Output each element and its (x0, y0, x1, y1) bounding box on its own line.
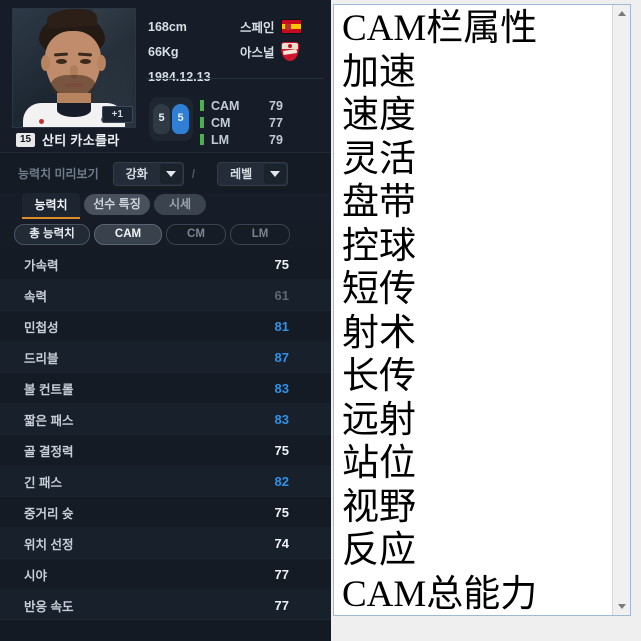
skill-moves-boot-icon: 5 (172, 104, 189, 134)
position-bar-icon (200, 117, 204, 128)
player-name: 산티 카소를라 (42, 133, 120, 148)
boost-dropdown[interactable]: 강화 (112, 161, 184, 186)
bio-row-weight: 66Kg 아스널 (148, 39, 323, 64)
player-birthdate: 1984.12.13 (148, 69, 211, 84)
player-header: +1 15 산티 카소를라 168cm 스페인 66Kg 아스널 1984.12… (0, 0, 331, 152)
weak-foot-boot-icon: 5 (153, 104, 170, 134)
attribute-value: 83 (274, 411, 289, 427)
attribute-row: 반응 속도 77 (0, 590, 331, 621)
chevron-down-icon[interactable] (264, 163, 287, 184)
pill-lm[interactable]: LM (230, 224, 290, 245)
attribute-label: 속력 (24, 289, 48, 304)
attribute-value: 74 (274, 535, 289, 551)
spain-flag-icon (280, 19, 302, 34)
attribute-value: 81 (274, 318, 289, 334)
attribute-row: 중거리 슛 75 (0, 497, 331, 528)
attribute-label: 짧은 패스 (24, 413, 74, 428)
header-divider (146, 78, 324, 79)
scroll-up-arrow-icon[interactable] (613, 5, 630, 22)
chevron-down-icon[interactable] (159, 163, 182, 184)
position-bar-icon (200, 100, 204, 111)
attribute-preview-bar: 능력치 미리보기 강화 / 레벨 (0, 152, 331, 194)
level-dropdown-value: 레벨 (230, 167, 253, 181)
arsenal-crest-icon (280, 42, 299, 61)
attribute-row: 속력 61 (0, 280, 331, 311)
foot-skill-icon: 5 5 (149, 97, 193, 141)
attribute-label: 반응 속도 (24, 599, 74, 614)
tab-price[interactable]: 시세 (154, 194, 206, 215)
attribute-label: 민첩성 (24, 320, 59, 335)
text-document-panel: CAM栏属性 加速 速度 灵活 盘带 控球 短传 射术 长传 远射 站位 视野 … (333, 4, 631, 616)
position-row: CAM 79 (200, 98, 283, 113)
upgrade-badge: +1 (101, 106, 133, 123)
tab-attributes[interactable]: 능력치 (22, 193, 80, 219)
preview-label: 능력치 미리보기 (18, 167, 99, 181)
attribute-row: 짧은 패스 83 (0, 404, 331, 435)
attribute-row: 위치 선정 74 (0, 528, 331, 559)
position-rating: 79 (269, 98, 283, 113)
attribute-label: 볼 컨트롤 (24, 382, 74, 397)
player-club-label: 아스널 (240, 46, 275, 60)
screen-root: +1 15 산티 카소를라 168cm 스페인 66Kg 아스널 1984.12… (0, 0, 641, 641)
attribute-value: 75 (274, 256, 289, 272)
position-rating: 77 (269, 115, 283, 130)
separator: / (191, 166, 196, 181)
pill-cm[interactable]: CM (166, 224, 226, 245)
pill-overall[interactable]: 총 능력치 (14, 224, 90, 245)
position-rating-list: CAM 79 CM 77 LM 79 (200, 98, 283, 149)
boost-dropdown-value: 강화 (125, 167, 148, 181)
attribute-list: 가속력 75 속력 61 민첩성 81 드리블 87 볼 컨트롤 83 짧은 패스 83 골 결정력 75… (0, 249, 331, 641)
position-row: CM 77 (200, 115, 283, 130)
attribute-value: 77 (274, 597, 289, 613)
attribute-value: 77 (274, 566, 289, 582)
bio-row-birthdate: 1984.12.13 (148, 64, 323, 89)
attribute-value: 83 (274, 380, 289, 396)
level-dropdown[interactable]: 레벨 (217, 161, 289, 186)
attribute-row: 가속력 75 (0, 249, 331, 280)
attribute-label: 위치 선정 (24, 537, 74, 552)
attribute-label: 드리블 (24, 351, 59, 366)
player-name-row: 15 산티 카소를라 (16, 130, 119, 149)
attribute-row: 시야 77 (0, 559, 331, 590)
attribute-row: 민첩성 81 (0, 311, 331, 342)
attribute-label: 골 결정력 (24, 444, 74, 459)
player-card-panel: +1 15 산티 카소를라 168cm 스페인 66Kg 아스널 1984.12… (0, 0, 331, 641)
position-name: CM (211, 115, 231, 130)
tab-bar: 능력치 선수 특징 시세 (0, 193, 331, 221)
attribute-value: 75 (274, 504, 289, 520)
player-height: 168cm (148, 19, 187, 34)
position-name: CAM (211, 98, 240, 113)
position-name: LM (211, 132, 230, 147)
player-photo: +1 (12, 8, 136, 128)
attribute-row: 볼 컨트롤 83 (0, 373, 331, 404)
attribute-value: 87 (274, 349, 289, 365)
attribute-value: 82 (274, 473, 289, 489)
bio-row-height: 168cm 스페인 (148, 14, 323, 39)
tab-traits[interactable]: 선수 특징 (84, 194, 150, 215)
position-bar-icon (200, 134, 204, 145)
attribute-value: 75 (274, 442, 289, 458)
attribute-row: 긴 패스 82 (0, 466, 331, 497)
document-text[interactable]: CAM栏属性 加速 速度 灵活 盘带 控球 短传 射术 长传 远射 站位 视野 … (342, 7, 608, 615)
vertical-scrollbar[interactable] (612, 5, 630, 615)
position-rating: 79 (269, 132, 283, 147)
panel-bottom-strip (0, 619, 331, 641)
attribute-label: 긴 패스 (24, 475, 62, 490)
scrollbar-thumb[interactable] (614, 22, 629, 442)
pill-cam[interactable]: CAM (94, 224, 162, 245)
attribute-row: 드리블 87 (0, 342, 331, 373)
attribute-label: 시야 (24, 568, 48, 583)
position-row: LM 79 (200, 132, 283, 147)
attribute-value: 61 (274, 287, 289, 303)
shirt-number-badge: 15 (16, 132, 35, 147)
position-filter-bar: 총 능력치 CAM CM LM (0, 221, 331, 249)
player-nation-label: 스페인 (240, 21, 275, 35)
attribute-row: 골 결정력 75 (0, 435, 331, 466)
attribute-label: 가속력 (24, 258, 59, 273)
scroll-down-arrow-icon[interactable] (613, 598, 630, 615)
attribute-label: 중거리 슛 (24, 506, 74, 521)
player-weight: 66Kg (148, 44, 179, 59)
